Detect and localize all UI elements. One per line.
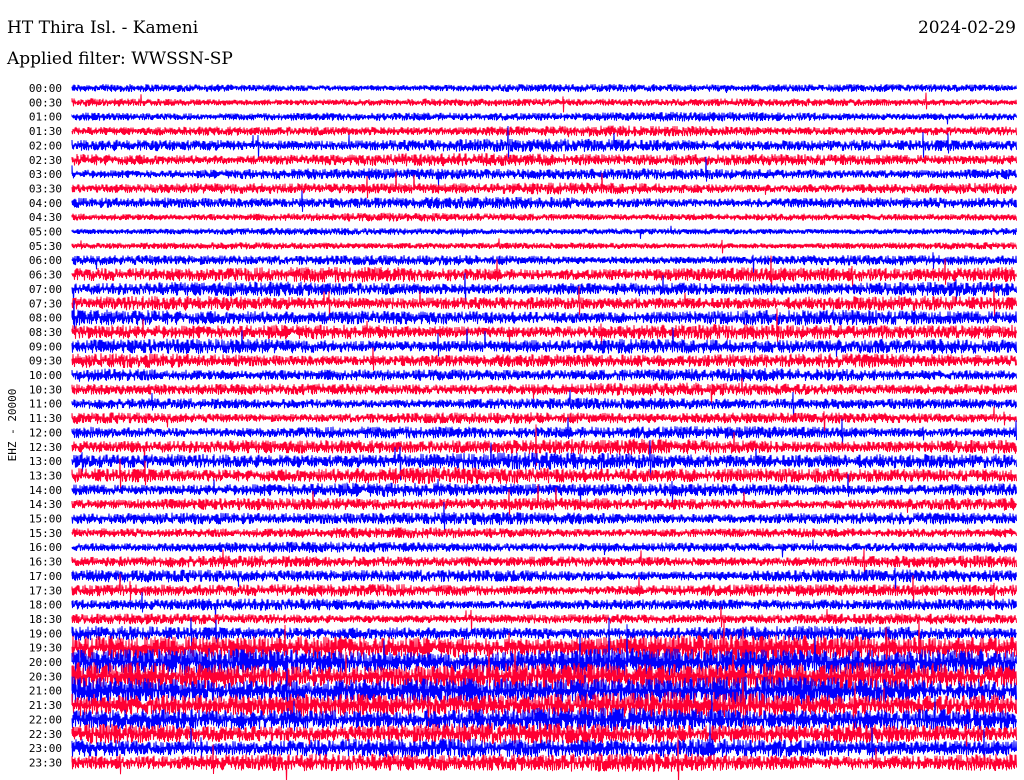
time-tick-label: 11:00 bbox=[29, 398, 62, 411]
time-tick-label: 19:30 bbox=[29, 642, 62, 655]
trace-line-0100 bbox=[71, 111, 1017, 125]
time-tick-label: 23:00 bbox=[29, 742, 62, 755]
time-tick-label: 03:00 bbox=[29, 168, 62, 181]
trace-line-0830 bbox=[71, 308, 1017, 345]
time-tick-label: 14:30 bbox=[29, 498, 62, 511]
time-tick-label: 12:30 bbox=[29, 441, 62, 454]
time-tick-label: 21:00 bbox=[29, 685, 62, 698]
time-tick-label: 21:30 bbox=[29, 699, 62, 712]
trace-line-1600 bbox=[71, 539, 1017, 558]
trace-line-1530 bbox=[71, 527, 1017, 539]
time-tick-label: 00:00 bbox=[29, 82, 62, 95]
time-tick-label: 17:00 bbox=[29, 570, 62, 583]
time-tick-label: 16:30 bbox=[29, 556, 62, 569]
y-axis-label: EHZ - 20000 bbox=[6, 389, 19, 462]
trace-line-1000 bbox=[71, 368, 1017, 382]
time-tick-label: 12:00 bbox=[29, 426, 62, 439]
trace-line-0130 bbox=[71, 125, 1017, 138]
trace-line-0000 bbox=[71, 83, 1017, 94]
time-tick-label: 23:30 bbox=[29, 756, 62, 769]
time-tick-label: 22:00 bbox=[29, 713, 62, 726]
time-tick-label: 04:30 bbox=[29, 211, 62, 224]
time-tick-label: 20:00 bbox=[29, 656, 62, 669]
time-tick-label: 02:30 bbox=[29, 154, 62, 167]
time-tick-label: 01:00 bbox=[29, 111, 62, 124]
time-tick-label: 07:00 bbox=[29, 283, 62, 296]
time-tick-label: 08:30 bbox=[29, 326, 62, 339]
time-tick-label: 06:00 bbox=[29, 254, 62, 267]
trace-line-0230 bbox=[71, 153, 1017, 167]
time-tick-label: 11:30 bbox=[29, 412, 62, 425]
trace-line-0400 bbox=[71, 190, 1017, 212]
trace-line-0030 bbox=[71, 92, 1017, 113]
time-tick-label: 20:30 bbox=[29, 670, 62, 683]
trace-line-1800 bbox=[71, 592, 1017, 619]
time-tick-label: 02:00 bbox=[29, 139, 62, 152]
time-tick-label: 05:00 bbox=[29, 226, 62, 239]
time-tick-label: 15:30 bbox=[29, 527, 62, 540]
time-tick-label: 15:00 bbox=[29, 513, 62, 526]
time-tick-label: 09:30 bbox=[29, 355, 62, 368]
time-tick-label: 13:00 bbox=[29, 455, 62, 468]
trace-line-0500 bbox=[71, 225, 1017, 239]
time-tick-label: 05:30 bbox=[29, 240, 62, 253]
seismogram-chart: EHZ - 20000 00:0000:30 01:0001:3002:00 02:… bbox=[6, 82, 1017, 780]
time-tick-label: 07:30 bbox=[29, 297, 62, 310]
time-tick-label: 16:00 bbox=[29, 541, 62, 554]
trace-line-0530 bbox=[71, 238, 1017, 254]
time-tick-label: 00:30 bbox=[29, 96, 62, 109]
time-tick-label: 04:00 bbox=[29, 197, 62, 210]
time-tick-label: 09:00 bbox=[29, 340, 62, 353]
time-tick-label: 13:30 bbox=[29, 469, 62, 482]
time-tick-label: 18:30 bbox=[29, 613, 62, 626]
time-tick-label: 17:30 bbox=[29, 584, 62, 597]
time-tick-label: 10:00 bbox=[29, 369, 62, 382]
trace-line-0930 bbox=[71, 347, 1017, 371]
trace-line-2330 bbox=[71, 733, 1017, 780]
time-tick-label: 10:30 bbox=[29, 383, 62, 396]
time-tick-label: 22:30 bbox=[29, 728, 62, 741]
trace-line-0430 bbox=[71, 212, 1017, 222]
time-tick-label: 19:00 bbox=[29, 627, 62, 640]
time-tick-label: 06:30 bbox=[29, 269, 62, 282]
time-tick-label: 01:30 bbox=[29, 125, 62, 138]
time-tick-label: 18:00 bbox=[29, 599, 62, 612]
time-tick-label: 03:30 bbox=[29, 182, 62, 195]
time-tick-label: 14:00 bbox=[29, 484, 62, 497]
trace-line-1830 bbox=[71, 606, 1017, 631]
time-tick-label: 08:00 bbox=[29, 312, 62, 325]
